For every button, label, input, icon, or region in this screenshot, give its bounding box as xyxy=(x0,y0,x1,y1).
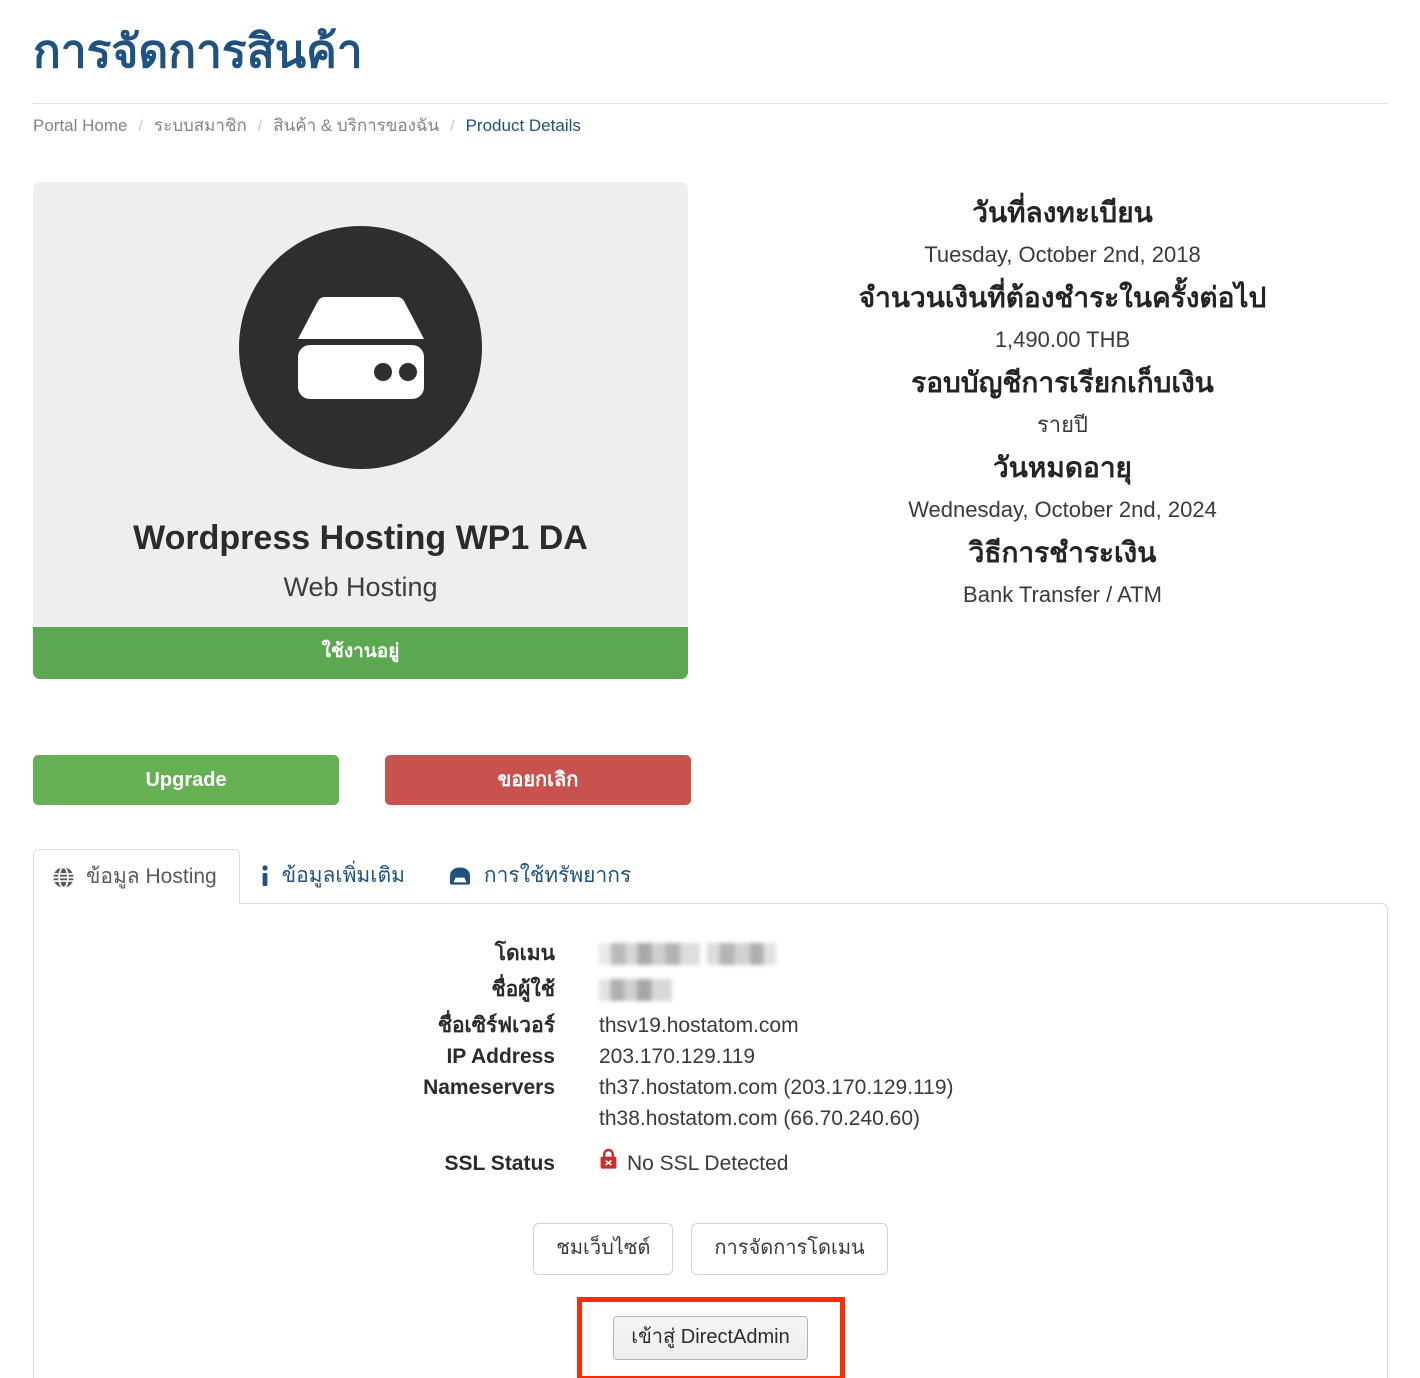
manage-domain-button[interactable]: การจัดการโดเมน xyxy=(691,1223,888,1275)
redacted-domain-part-1 xyxy=(599,943,700,965)
inbox-icon xyxy=(447,866,473,886)
payment-method-label: วิธีการชำระเงิน xyxy=(968,537,1157,568)
billing-cycle-label: รอบบัญชีการเรียกเก็บเงิน xyxy=(911,367,1214,398)
row-spacer xyxy=(54,1134,1367,1148)
detail-label: ชื่อผู้ใช้ xyxy=(491,978,555,1001)
breadcrumb-separator: / xyxy=(257,118,263,135)
hard-drive-icon xyxy=(239,226,482,469)
registration-date-value: Tuesday, October 2nd, 2018 xyxy=(924,242,1201,267)
title-divider xyxy=(33,103,1388,104)
redacted-username xyxy=(599,979,672,1001)
tab-resource-usage[interactable]: การใช้ทรัพยากร xyxy=(428,848,654,903)
detail-value-ssl: No SSL Detected xyxy=(599,1148,1367,1179)
detail-label: IP Address xyxy=(446,1045,555,1068)
detail-value-username xyxy=(599,974,1367,1010)
table-row: ชื่อผู้ใช้ xyxy=(54,974,1367,1010)
breadcrumb-item-product-details: Product Details xyxy=(465,116,581,135)
table-row: โดเมน xyxy=(54,938,1367,974)
breadcrumb-separator: / xyxy=(450,118,455,135)
detail-label: SSL Status xyxy=(444,1152,555,1175)
tab-label: ข้อมูลเพิ่มเติม xyxy=(281,864,405,887)
directadmin-highlight-box: เข้าสู่ DirectAdmin xyxy=(576,1297,845,1378)
ssl-status-text: No SSL Detected xyxy=(627,1152,789,1175)
visit-website-button[interactable]: ชมเว็บไซต์ xyxy=(533,1223,674,1275)
billing-info-panel: วันที่ลงทะเบียน Tuesday, October 2nd, 20… xyxy=(735,190,1390,615)
product-card-body: Wordpress Hosting WP1 DA Web Hosting xyxy=(33,182,688,631)
globe-icon xyxy=(52,866,75,889)
login-directadmin-button[interactable]: เข้าสู่ DirectAdmin xyxy=(613,1316,808,1360)
info-icon xyxy=(259,864,271,888)
breadcrumb-item-client-area[interactable]: ระบบสมาชิก xyxy=(154,114,247,138)
product-name: Wordpress Hosting WP1 DA xyxy=(133,519,588,557)
registration-date-label: วันที่ลงทะเบียน xyxy=(972,197,1153,228)
payment-method-value: Bank Transfer / ATM xyxy=(963,582,1162,607)
tab-hosting-info[interactable]: ข้อมูล Hosting xyxy=(33,849,240,904)
product-card: Wordpress Hosting WP1 DA Web Hosting ใช้… xyxy=(33,182,688,679)
hosting-tabs-section: ข้อมูล Hosting ข้อมูลเพิ่มเติม การใช้ทรั… xyxy=(33,843,1388,1378)
tab-label: การใช้ทรัพยากร xyxy=(483,864,632,887)
detail-value-ip: 203.170.129.119 xyxy=(599,1045,756,1068)
breadcrumb-item-my-products[interactable]: สินค้า & บริการของฉัน xyxy=(273,114,439,138)
table-row: th38.hostatom.com (66.70.240.60) xyxy=(54,1103,1367,1134)
product-group: Web Hosting xyxy=(283,572,438,602)
detail-label: โดเมน xyxy=(494,942,555,965)
cancel-request-button[interactable]: ขอยกเลิก xyxy=(385,755,691,805)
table-row: Nameservers th37.hostatom.com (203.170.1… xyxy=(54,1072,1367,1103)
expiry-date-label: วันหมดอายุ xyxy=(993,452,1132,483)
lock-error-icon xyxy=(599,1148,618,1179)
detail-value-servername: thsv19.hostatom.com xyxy=(599,1014,799,1037)
upgrade-button[interactable]: Upgrade xyxy=(33,755,339,805)
panel-button-row: ชมเว็บไซต์ การจัดการโดเมน xyxy=(54,1223,1367,1275)
tab-additional-info[interactable]: ข้อมูลเพิ่มเติม xyxy=(240,848,428,903)
expiry-date-value: Wednesday, October 2nd, 2024 xyxy=(908,497,1217,522)
detail-label-empty xyxy=(54,1103,599,1134)
breadcrumb: Portal Home / ระบบสมาชิก / สินค้า & บริก… xyxy=(33,114,581,139)
breadcrumb-item-portal-home[interactable]: Portal Home xyxy=(33,114,127,138)
hosting-info-panel: โดเมน ชื่อผู้ใช้ ชื่อเซิร์ฟเวอร์ thsv19.… xyxy=(33,903,1388,1378)
next-due-amount-value: 1,490.00 THB xyxy=(994,327,1131,352)
table-row: SSL Status No SSL Detected xyxy=(54,1148,1367,1179)
table-row: ชื่อเซิร์ฟเวอร์ thsv19.hostatom.com xyxy=(54,1010,1367,1041)
billing-cycle-value: รายปี xyxy=(1036,412,1089,437)
detail-value-nameserver-2: th38.hostatom.com (66.70.240.60) xyxy=(599,1107,921,1130)
redacted-domain-part-2 xyxy=(707,943,776,965)
status-badge: ใช้งานอยู่ xyxy=(33,627,688,679)
tab-label: ข้อมูล Hosting xyxy=(86,865,217,888)
product-actions: Upgrade ขอยกเลิก xyxy=(33,755,691,805)
detail-value-domain xyxy=(599,938,1367,974)
detail-label: Nameservers xyxy=(423,1076,555,1099)
detail-label: ชื่อเซิร์ฟเวอร์ xyxy=(437,1014,555,1037)
product-icon-wrap xyxy=(53,226,668,469)
page-title: การจัดการสินค้า xyxy=(33,25,363,77)
table-row: IP Address 203.170.129.119 xyxy=(54,1041,1367,1072)
hosting-details-table: โดเมน ชื่อผู้ใช้ ชื่อเซิร์ฟเวอร์ thsv19.… xyxy=(54,938,1367,1179)
product-details-page: การจัดการสินค้า Portal Home / ระบบสมาชิก… xyxy=(0,0,1420,1378)
breadcrumb-separator: / xyxy=(138,118,143,135)
detail-value-nameserver-1: th37.hostatom.com (203.170.129.119) xyxy=(599,1076,954,1099)
next-due-amount-label: จำนวนเงินที่ต้องชำระในครั้งต่อไป xyxy=(858,282,1267,313)
tab-list: ข้อมูล Hosting ข้อมูลเพิ่มเติม การใช้ทรั… xyxy=(33,843,1388,904)
